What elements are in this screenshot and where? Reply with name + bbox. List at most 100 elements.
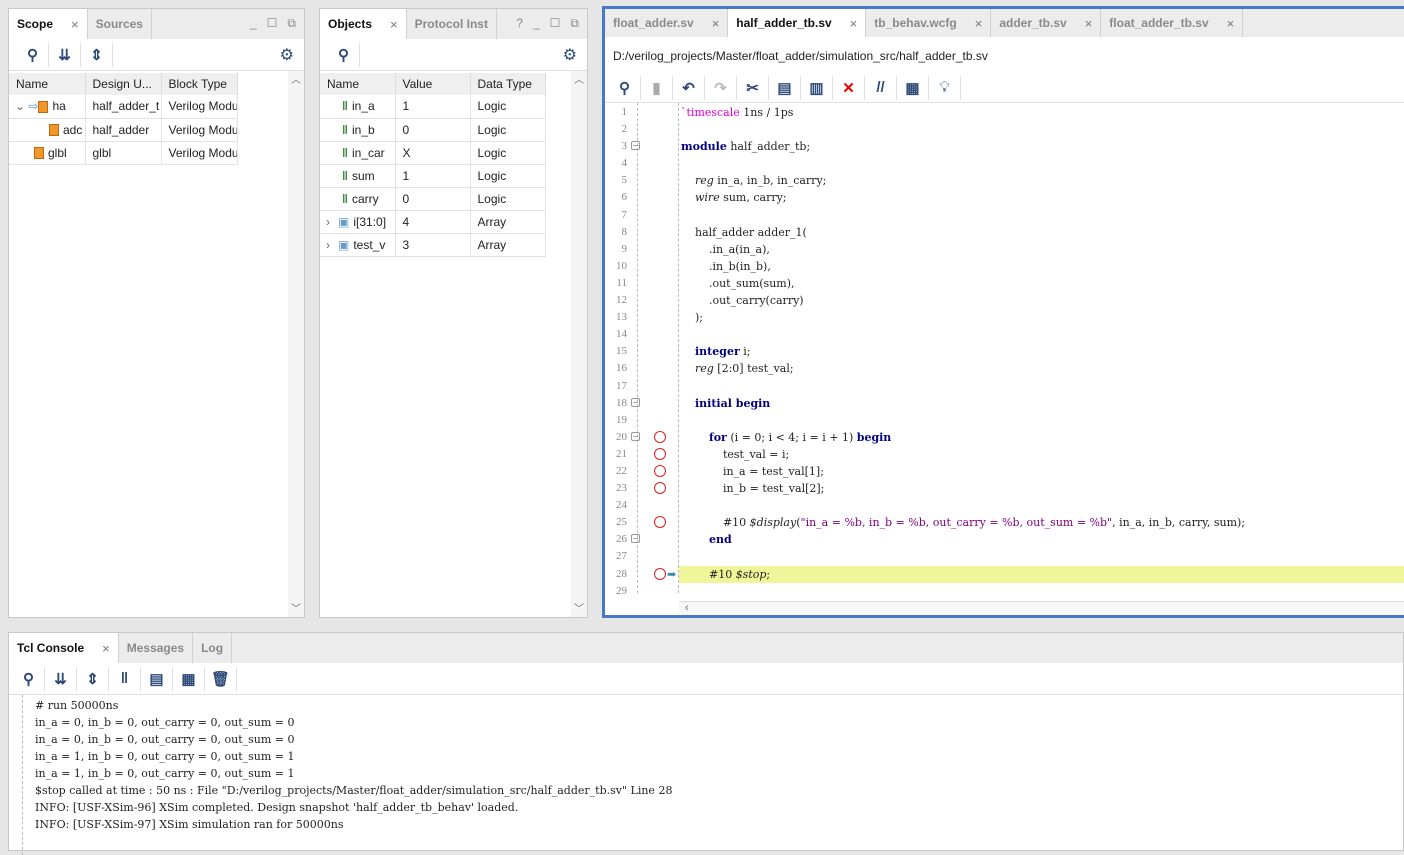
code-line[interactable]: 21 test_val = i; <box>605 446 1404 463</box>
code-line[interactable]: 5 reg in_a, in_b, in_carry; <box>605 172 1404 189</box>
column-header[interactable]: Data Type <box>470 73 546 95</box>
float-icon[interactable]: ⧉ <box>570 16 579 31</box>
code-line[interactable]: 29 <box>605 583 1404 600</box>
fold-icon[interactable]: − <box>631 534 640 544</box>
code-line[interactable]: 13 ); <box>605 309 1404 326</box>
close-icon[interactable]: × <box>1227 16 1235 31</box>
close-icon[interactable]: × <box>71 17 79 32</box>
code-line[interactable]: 18− initial begin <box>605 395 1404 412</box>
tab-messages[interactable]: Messages <box>119 633 194 663</box>
cut-icon[interactable]: ✂ <box>737 75 769 100</box>
breakpoint-icon[interactable] <box>654 430 666 443</box>
column-header[interactable]: Name <box>9 73 86 95</box>
code-line[interactable]: 4 <box>605 155 1404 172</box>
code-line[interactable]: 26− end <box>605 531 1404 548</box>
code-line[interactable]: 15 integer i; <box>605 343 1404 360</box>
code-line[interactable]: 27 <box>605 548 1404 565</box>
column-header[interactable]: Block Type <box>161 73 238 95</box>
lightbulb-icon[interactable]: 💡︎ <box>929 75 961 100</box>
minimize-icon[interactable]: _ <box>533 16 540 31</box>
trash-icon[interactable]: 🗑︎ <box>205 666 237 691</box>
table-row[interactable]: ǁ in_car X Logic <box>320 141 546 165</box>
editor-tab[interactable]: tb_behav.wcfg × <box>866 9 992 37</box>
close-icon[interactable]: × <box>102 641 110 656</box>
copy-icon[interactable]: ▤ <box>141 666 173 691</box>
code-line[interactable]: 16 reg [2:0] test_val; <box>605 360 1404 377</box>
float-icon[interactable]: ⧉ <box>287 16 296 31</box>
chevron-right-icon[interactable]: › <box>326 238 330 252</box>
breakpoint-icon[interactable] <box>654 447 666 460</box>
delete-icon[interactable]: ✕ <box>833 75 865 100</box>
breakpoint-icon[interactable] <box>654 567 666 580</box>
breakpoint-icon[interactable] <box>654 464 666 477</box>
tab-sources[interactable]: Sources <box>88 9 152 39</box>
table-row[interactable]: ǁ in_b 0 Logic <box>320 118 546 142</box>
fold-icon[interactable]: − <box>631 431 640 441</box>
maximize-icon[interactable]: ☐ <box>550 16 561 31</box>
close-icon[interactable]: × <box>712 16 720 31</box>
code-line[interactable]: 2 <box>605 121 1404 138</box>
horizontal-scrollbar[interactable]: ‹ <box>679 601 1404 615</box>
table-row[interactable]: ǁ carry 0 Logic <box>320 187 546 211</box>
code-line[interactable]: 23 in_b = test_val[2]; <box>605 480 1404 497</box>
editor-tab[interactable]: float_adder.sv × <box>605 9 729 37</box>
code-line[interactable]: 17 <box>605 378 1404 395</box>
code-line[interactable]: 20− for (i = 0; i < 4; i = i + 1) begin <box>605 429 1404 446</box>
code-line[interactable]: 25 #10 $display("in_a = %b, in_b = %b, o… <box>605 514 1404 531</box>
pause-icon[interactable]: ‖ <box>109 666 141 691</box>
table-row[interactable]: adc half_adder Verilog Modu <box>9 118 238 142</box>
table-row[interactable]: › ▣ i[31:0] 4 Array <box>320 210 546 234</box>
save-icon[interactable]: ▮ <box>641 75 673 100</box>
code-line[interactable]: 14 <box>605 326 1404 343</box>
code-area[interactable]: 1 `timescale 1ns / 1ps 2 3− module half_adde… <box>605 103 1404 600</box>
chevron-down-icon[interactable]: ⌄ <box>15 99 25 113</box>
close-icon[interactable]: × <box>390 17 398 32</box>
search-icon[interactable]: ⚲ <box>17 42 49 67</box>
vertical-scrollbar[interactable]: ︿ ﹀ <box>571 71 587 617</box>
chevron-right-icon[interactable]: › <box>326 215 330 229</box>
comment-icon[interactable]: // <box>865 75 897 100</box>
fold-icon[interactable]: − <box>631 141 640 151</box>
table-row[interactable]: ⌄ ⇨ ha half_adder_t Verilog Modu <box>9 95 238 119</box>
vertical-scrollbar[interactable]: ︿ ﹀ <box>288 71 304 617</box>
code-line[interactable]: 12 .out_carry(carry) <box>605 292 1404 309</box>
help-icon[interactable]: ? <box>516 16 523 31</box>
breakpoint-icon[interactable] <box>654 482 666 495</box>
search-icon[interactable]: ⚲ <box>609 75 641 100</box>
search-icon[interactable]: ⚲ <box>328 42 360 67</box>
tab-scope[interactable]: Scope × <box>9 9 88 39</box>
code-line[interactable]: 9 .in_a(in_a), <box>605 241 1404 258</box>
column-header[interactable]: Value <box>395 73 471 95</box>
code-line[interactable]: 19 <box>605 412 1404 429</box>
editor-tab[interactable]: adder_tb.sv × <box>991 9 1102 37</box>
editor-tab[interactable]: float_adder_tb.sv × <box>1101 9 1244 37</box>
column-header[interactable]: Design U... <box>85 73 162 95</box>
undo-icon[interactable]: ↶ <box>673 75 705 100</box>
fold-icon[interactable]: − <box>631 397 640 407</box>
code-line[interactable]: 11 .out_sum(sum), <box>605 275 1404 292</box>
tab-protocol-inst[interactable]: Protocol Inst <box>407 9 497 39</box>
table-row[interactable]: glbl glbl Verilog Modu <box>9 141 238 165</box>
gear-icon[interactable]: ⚙ <box>280 45 294 65</box>
copy-icon[interactable]: ▤ <box>769 75 801 100</box>
collapse-all-icon[interactable]: ⇊ <box>45 666 77 691</box>
collapse-all-icon[interactable]: ⇊ <box>49 42 81 67</box>
column-select-icon[interactable]: ▦ <box>897 75 929 100</box>
close-icon[interactable]: × <box>1085 16 1093 31</box>
expand-all-icon[interactable]: ⇕ <box>77 666 109 691</box>
close-icon[interactable]: × <box>850 16 858 31</box>
close-icon[interactable]: × <box>975 16 983 31</box>
maximize-icon[interactable]: ☐ <box>267 16 278 31</box>
tab-tcl-console[interactable]: Tcl Console × <box>9 633 119 663</box>
code-line[interactable]: 10 .in_b(in_b), <box>605 258 1404 275</box>
code-line[interactable]: 1 `timescale 1ns / 1ps <box>605 104 1404 121</box>
redo-icon[interactable]: ↷ <box>705 75 737 100</box>
editor-tab[interactable]: half_adder_tb.sv × <box>728 9 867 37</box>
code-line[interactable]: 24 <box>605 497 1404 514</box>
paste-icon[interactable]: ▥ <box>801 75 833 100</box>
expand-all-icon[interactable]: ⇕ <box>81 42 113 67</box>
column-header[interactable]: Name <box>320 73 396 95</box>
code-line[interactable]: 28 ➡ #10 $stop; <box>605 565 1404 583</box>
code-line[interactable]: 6 wire sum, carry; <box>605 189 1404 206</box>
code-line[interactable]: 3− module half_adder_tb; <box>605 138 1404 155</box>
